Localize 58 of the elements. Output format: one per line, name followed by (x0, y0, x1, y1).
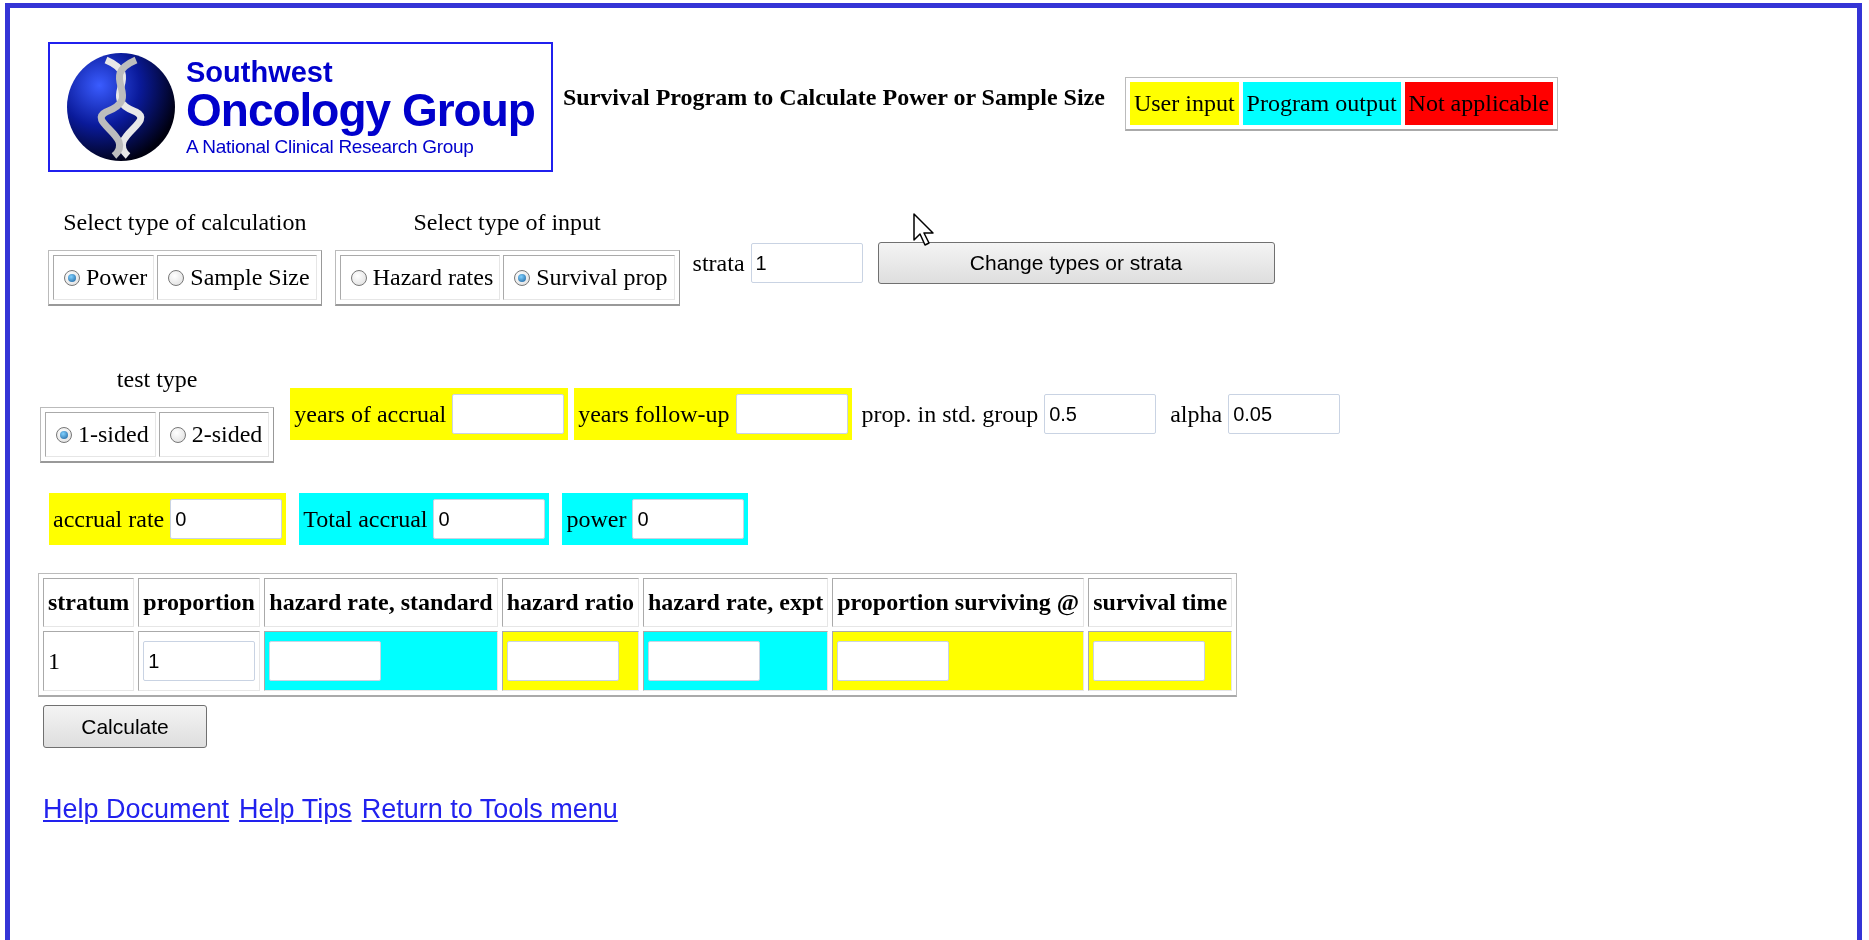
group-caption: Select type of calculation (63, 209, 307, 236)
radio-option[interactable]: Sample Size (157, 255, 317, 300)
input-field[interactable]: 0.5 (1044, 394, 1157, 434)
input-field[interactable] (269, 641, 382, 681)
field-label: years follow-up (578, 400, 730, 428)
input-field[interactable] (506, 641, 619, 681)
column-header: survival time (1088, 578, 1233, 627)
column-header: hazard rate, standard (264, 578, 498, 627)
legend-item: User input (1129, 82, 1239, 125)
radio-button[interactable] (56, 426, 72, 443)
field-label: prop. in std. group (861, 400, 1039, 428)
calculate-button[interactable]: Calculate (43, 705, 207, 748)
input-field[interactable]: 1 (143, 641, 256, 681)
input-field[interactable]: 0 (433, 499, 546, 539)
field-label: power (566, 505, 627, 533)
mouse-pointer-icon (913, 213, 935, 247)
field-label: alpha (1170, 400, 1223, 428)
table-cell: 1 (43, 631, 135, 691)
input-field[interactable] (647, 641, 760, 681)
legend-item: Program output (1242, 82, 1401, 125)
logo-text: Southwest (186, 58, 334, 87)
radio-button[interactable] (169, 426, 186, 443)
help-link[interactable]: Help Document (43, 794, 230, 825)
field-label: accrual rate (53, 505, 165, 533)
radio-button[interactable] (64, 269, 80, 286)
help-link[interactable]: Help Tips (239, 794, 352, 825)
column-header: hazard rate, expt (642, 578, 829, 627)
group-caption: test type (116, 366, 198, 393)
column-header: proportion surviving @ (832, 578, 1085, 627)
input-field[interactable]: 0 (632, 499, 745, 539)
radio-option[interactable]: Survival prop (503, 255, 675, 300)
radio-option[interactable]: Hazard rates (339, 255, 501, 300)
input-field[interactable] (1093, 641, 1206, 681)
radio-button[interactable] (350, 269, 367, 286)
change-button[interactable]: Change types or strata (877, 242, 1275, 284)
helix-emblem-icon (66, 52, 176, 162)
field-label: Total accrual (303, 505, 428, 533)
input-field[interactable] (452, 394, 565, 434)
radio-option[interactable]: Power (53, 255, 155, 300)
input-field[interactable]: 0.05 (1228, 394, 1341, 434)
logo-tagline: A National Clinical Research Group (186, 137, 475, 156)
radio-option[interactable]: 2-sided (158, 412, 270, 457)
column-header: hazard ratio (501, 578, 639, 627)
page-title: Survival Program to Calculate Power or Sample Size (563, 84, 1105, 111)
input-field[interactable] (735, 394, 848, 434)
legend-item: Not applicable (1404, 82, 1554, 125)
field-label: strata (692, 249, 745, 277)
column-header: proportion (138, 578, 261, 627)
radio-button[interactable] (514, 269, 531, 286)
input-field[interactable] (837, 641, 950, 681)
help-link[interactable]: Return to Tools menu (361, 794, 618, 825)
input-field[interactable]: 1 (750, 243, 863, 283)
field-label: years of accrual (294, 400, 447, 428)
radio-option[interactable]: 1-sided (45, 412, 156, 457)
input-field[interactable]: 0 (170, 499, 283, 539)
radio-button[interactable] (168, 269, 185, 286)
column-header: stratum (43, 578, 135, 627)
group-caption: Select type of input (413, 209, 601, 236)
